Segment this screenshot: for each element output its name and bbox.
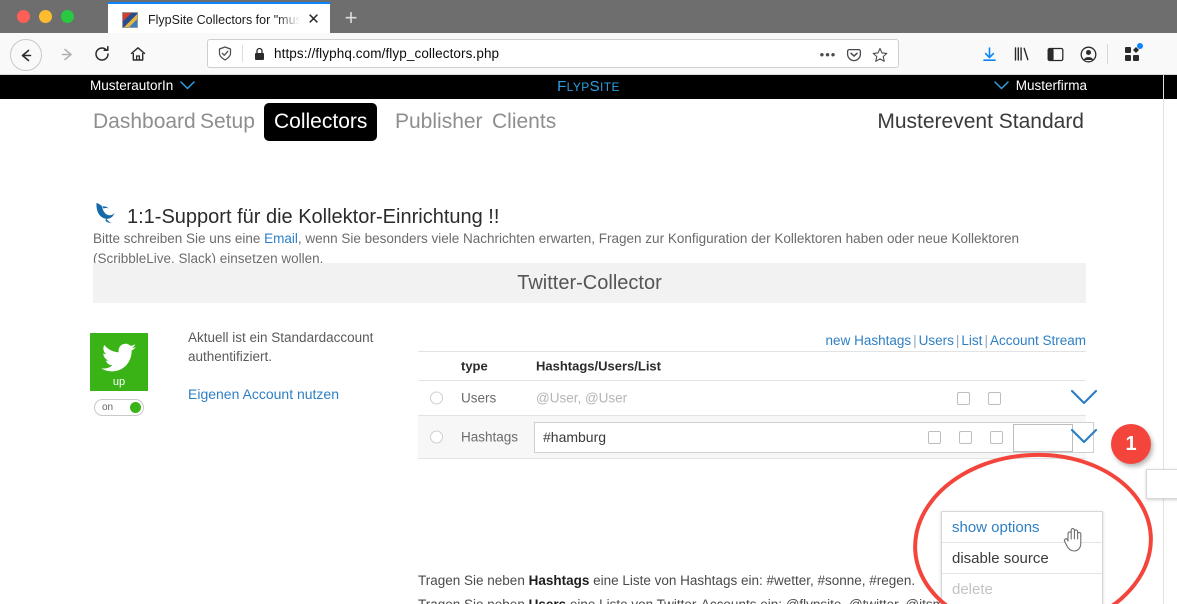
nav-item-publisher[interactable]: Publisher bbox=[385, 103, 493, 141]
row-small-field[interactable] bbox=[1013, 424, 1073, 452]
toolbar-divider bbox=[1107, 44, 1108, 64]
page-actions-icon[interactable]: ••• bbox=[816, 44, 840, 64]
link-separator: | bbox=[913, 333, 917, 348]
new-source-links: new Hashtags | Users | List | Account Stream bbox=[826, 333, 1086, 348]
twitter-status-label: up bbox=[112, 376, 126, 388]
nav-item-dashboard[interactable]: Dashboard bbox=[83, 103, 206, 141]
company-menu[interactable]: Musterfirma bbox=[993, 78, 1087, 93]
reload-icon[interactable] bbox=[88, 40, 116, 68]
menu-item-delete: delete bbox=[952, 580, 993, 598]
auth-status-text: Aktuell ist ein Standardaccount authenti… bbox=[188, 330, 374, 364]
support-headline: 1:1-Support für die Kollektor-Einrichtun… bbox=[127, 206, 500, 228]
maximize-window-button[interactable] bbox=[61, 10, 74, 23]
row-value-placeholder: @User, @User bbox=[536, 390, 628, 406]
new-tab-button[interactable]: + bbox=[338, 5, 364, 31]
tab-title: FlypSite Collectors for "musterf bbox=[148, 12, 300, 27]
row-select-radio[interactable] bbox=[430, 430, 443, 444]
pocket-icon[interactable] bbox=[842, 45, 866, 65]
back-icon[interactable] bbox=[10, 39, 42, 71]
favicon-icon bbox=[122, 11, 138, 28]
table-header-row: type Hashtags/Users/List bbox=[418, 351, 1086, 381]
event-name: Musterevent Standard bbox=[877, 110, 1084, 133]
new-users-link[interactable]: Users bbox=[919, 333, 954, 348]
minimize-window-button[interactable] bbox=[39, 10, 52, 23]
page-content: MusterautorIn FLYPSITE Musterfirma Dashb… bbox=[0, 75, 1177, 604]
table-row[interactable]: Hashtags #hamburg bbox=[418, 416, 1098, 459]
row-option-checkbox-3[interactable] bbox=[990, 431, 1003, 444]
row-expand-chevron-icon[interactable] bbox=[1070, 389, 1098, 406]
collector-card-title: Twitter-Collector bbox=[93, 263, 1086, 303]
hamburger-menu-icon[interactable] bbox=[1146, 469, 1177, 499]
sources-table: type Hashtags/Users/List Users @User, @U… bbox=[418, 351, 1098, 477]
new-account-stream-link[interactable]: Account Stream bbox=[990, 333, 1086, 348]
toggle-knob bbox=[130, 402, 141, 413]
home-icon[interactable] bbox=[124, 40, 152, 68]
dolphin-icon bbox=[93, 201, 117, 227]
page-right-divider bbox=[1163, 75, 1164, 604]
chevron-down-icon bbox=[993, 81, 1009, 90]
extensions-icon[interactable] bbox=[1118, 40, 1146, 68]
new-prefix: new bbox=[825, 333, 851, 348]
twitter-status-badge: up bbox=[90, 333, 148, 391]
row-type-label: Users bbox=[461, 390, 497, 406]
use-own-account-link[interactable]: Eigenen Account nutzen bbox=[188, 386, 339, 402]
lock-icon[interactable] bbox=[254, 47, 265, 61]
email-link[interactable]: Email bbox=[264, 231, 298, 246]
new-hashtags-link[interactable]: Hashtags bbox=[854, 333, 911, 348]
table-row[interactable]: Users @User, @User bbox=[418, 381, 1098, 416]
bookmark-star-icon[interactable] bbox=[868, 45, 892, 65]
close-window-button[interactable] bbox=[17, 10, 30, 23]
row-select-radio[interactable] bbox=[430, 391, 443, 405]
main-nav: Dashboard Setup Collectors Publisher Cli… bbox=[0, 99, 1177, 144]
row-option-checkbox-1[interactable] bbox=[957, 392, 970, 405]
library-icon[interactable] bbox=[1008, 40, 1036, 68]
row-expand-chevron-icon[interactable] bbox=[1070, 428, 1098, 445]
table-tail-row bbox=[418, 459, 1086, 477]
company-menu-label: Musterfirma bbox=[1015, 78, 1087, 93]
source-options-menu: show options disable source delete bbox=[941, 511, 1103, 604]
sidebar-icon[interactable] bbox=[1041, 40, 1069, 68]
nav-item-clients[interactable]: Clients bbox=[482, 103, 566, 141]
row-option-checkbox-2[interactable] bbox=[988, 392, 1001, 405]
extension-badge-dot bbox=[1137, 43, 1143, 49]
url-text: https://flyphq.com/flyp_collectors.php bbox=[274, 46, 500, 61]
account-icon[interactable] bbox=[1074, 40, 1102, 68]
row-option-checkbox-1[interactable] bbox=[928, 431, 941, 444]
support-notice: 1:1-Support für die Kollektor-Einrichtun… bbox=[93, 197, 1093, 269]
tracking-protection-icon[interactable] bbox=[218, 46, 232, 61]
hashtags-input[interactable]: #hamburg bbox=[534, 422, 1094, 453]
tab-strip: FlypSite Collectors for "musterf ✕ + bbox=[0, 0, 1177, 35]
url-divider bbox=[242, 45, 243, 62]
nav-item-setup[interactable]: Setup bbox=[190, 103, 265, 141]
link-separator: | bbox=[984, 333, 988, 348]
browser-tab[interactable]: FlypSite Collectors for "musterf ✕ bbox=[108, 2, 330, 35]
collector-on-toggle[interactable]: on bbox=[94, 399, 144, 416]
new-list-link[interactable]: List bbox=[961, 333, 982, 348]
toggle-label: on bbox=[102, 402, 114, 413]
nav-item-collectors[interactable]: Collectors bbox=[264, 103, 378, 141]
url-bar[interactable]: https://flyphq.com/flyp_collectors.php •… bbox=[207, 39, 899, 68]
header-type: type bbox=[461, 358, 488, 374]
row-option-checkbox-2[interactable] bbox=[959, 431, 972, 444]
app-top-bar: MusterautorIn FLYPSITE Musterfirma bbox=[0, 75, 1177, 99]
row-type-label: Hashtags bbox=[461, 429, 519, 445]
downloads-icon[interactable] bbox=[975, 40, 1003, 68]
window-controls bbox=[17, 10, 74, 23]
forward-icon[interactable] bbox=[52, 40, 80, 68]
header-value: Hashtags/Users/List bbox=[536, 358, 661, 374]
close-tab-icon[interactable]: ✕ bbox=[305, 11, 322, 28]
browser-toolbar: https://flyphq.com/flyp_collectors.php •… bbox=[0, 33, 1177, 499]
browser-window: FlypSite Collectors for "musterf ✕ + htt… bbox=[0, 0, 1177, 604]
mouse-cursor-icon bbox=[1062, 527, 1086, 552]
annotation-badge: 1 bbox=[1111, 424, 1151, 464]
